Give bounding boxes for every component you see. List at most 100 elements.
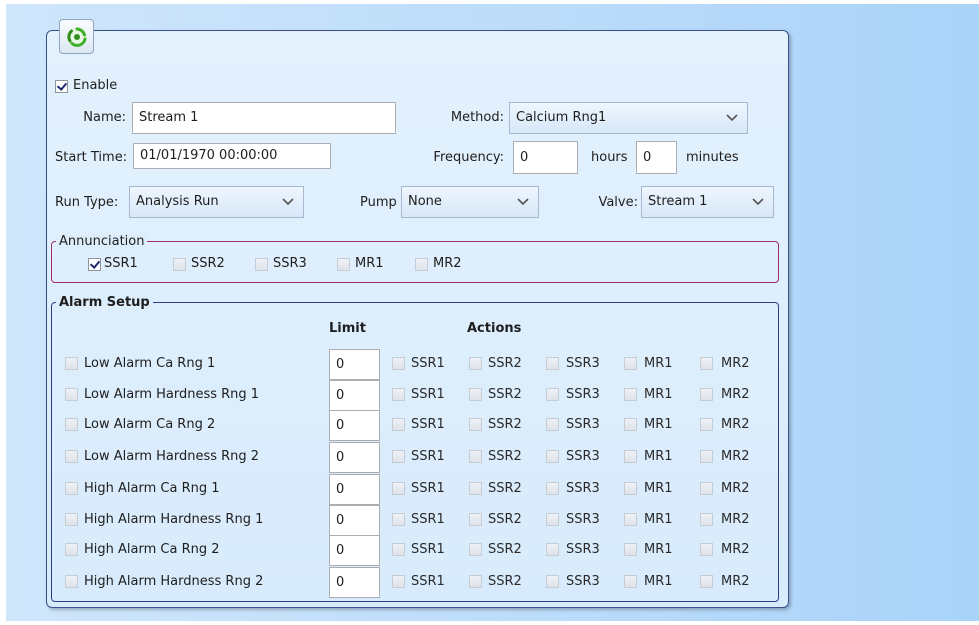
alarm-action-ssr2-label: SSR2	[488, 574, 522, 589]
alarm-row-label: High Alarm Hardness Rng 1	[84, 512, 264, 527]
alarm-enable-checkbox[interactable]	[65, 575, 78, 588]
alarm-action-ssr1-checkbox[interactable]	[392, 357, 405, 370]
alarm-action-mr1-checkbox[interactable]	[624, 388, 637, 401]
valve-dropdown[interactable]: Stream 1	[641, 186, 774, 218]
limit-header: Limit	[329, 321, 366, 336]
alarm-action-ssr1-checkbox[interactable]	[392, 450, 405, 463]
chevron-down-icon	[517, 198, 529, 206]
alarm-action-mr2-checkbox[interactable]	[700, 543, 713, 556]
method-dropdown[interactable]: Calcium Rng1	[509, 102, 748, 134]
alarm-action-ssr3-checkbox[interactable]	[546, 388, 559, 401]
alarm-action-ssr3-label: SSR3	[566, 356, 600, 371]
alarm-action-ssr3-label: SSR3	[566, 512, 600, 527]
alarm-enable-checkbox[interactable]	[65, 513, 78, 526]
alarm-action-ssr1-label: SSR1	[411, 356, 445, 371]
alarm-action-ssr1-checkbox[interactable]	[392, 418, 405, 431]
alarm-action-mr2-label: MR2	[721, 387, 750, 402]
alarm-action-mr2-checkbox[interactable]	[700, 418, 713, 431]
alarm-action-ssr3-checkbox[interactable]	[546, 513, 559, 526]
alarm-action-ssr1-label: SSR1	[411, 449, 445, 464]
pump-dropdown[interactable]: None	[401, 186, 539, 218]
alarm-action-ssr2-label: SSR2	[488, 417, 522, 432]
alarm-action-mr1-checkbox[interactable]	[624, 575, 637, 588]
annunciation-ssr3-label: SSR3	[273, 256, 307, 271]
alarm-action-ssr1-checkbox[interactable]	[392, 482, 405, 495]
alarm-action-ssr2-checkbox[interactable]	[469, 357, 482, 370]
alarm-limit-field[interactable]: 0	[329, 474, 380, 505]
alarm-action-ssr3-checkbox[interactable]	[546, 543, 559, 556]
annunciation-ssr3-checkbox[interactable]	[255, 258, 268, 271]
frequency-hours-field[interactable]: 0	[513, 141, 578, 174]
alarm-enable-checkbox[interactable]	[65, 450, 78, 463]
alarm-limit-field[interactable]: 0	[329, 505, 380, 536]
annunciation-mr2-checkbox[interactable]	[415, 258, 428, 271]
alarm-action-mr1-checkbox[interactable]	[624, 513, 637, 526]
alarm-action-mr1-label: MR1	[644, 542, 673, 557]
alarm-action-mr1-checkbox[interactable]	[624, 450, 637, 463]
alarm-action-mr2-checkbox[interactable]	[700, 513, 713, 526]
alarm-action-mr2-label: MR2	[721, 449, 750, 464]
alarm-limit-field[interactable]: 0	[329, 349, 380, 380]
chevron-down-icon	[726, 114, 738, 122]
alarm-limit-field[interactable]: 0	[329, 535, 380, 566]
alarm-limit-field[interactable]: 0	[329, 442, 380, 473]
app-logo[interactable]	[59, 19, 94, 54]
alarm-action-mr2-label: MR2	[721, 417, 750, 432]
alarm-action-ssr1-checkbox[interactable]	[392, 575, 405, 588]
alarm-action-mr2-checkbox[interactable]	[700, 450, 713, 463]
alarm-action-mr1-checkbox[interactable]	[624, 418, 637, 431]
annunciation-ssr1-checkbox[interactable]	[88, 258, 101, 271]
alarm-limit-field[interactable]: 0	[329, 567, 380, 598]
alarm-action-ssr3-checkbox[interactable]	[546, 418, 559, 431]
start-time-field[interactable]: 01/01/1970 00:00:00	[133, 143, 331, 169]
alarm-action-ssr3-checkbox[interactable]	[546, 357, 559, 370]
alarm-limit-field[interactable]: 0	[329, 380, 380, 411]
alarm-action-ssr3-checkbox[interactable]	[546, 450, 559, 463]
alarm-action-ssr1-checkbox[interactable]	[392, 388, 405, 401]
alarm-action-mr2-checkbox[interactable]	[700, 357, 713, 370]
alarm-action-ssr2-checkbox[interactable]	[469, 575, 482, 588]
annunciation-mr2-label: MR2	[433, 256, 462, 271]
run-type-dropdown[interactable]: Analysis Run	[129, 186, 304, 218]
alarm-action-ssr3-label: SSR3	[566, 449, 600, 464]
alarm-action-mr2-checkbox[interactable]	[700, 575, 713, 588]
annunciation-mr1-checkbox[interactable]	[337, 258, 350, 271]
name-field[interactable]: Stream 1	[132, 102, 396, 134]
alarm-action-ssr1-label: SSR1	[411, 574, 445, 589]
alarm-action-ssr2-label: SSR2	[488, 356, 522, 371]
alarm-action-mr1-checkbox[interactable]	[624, 482, 637, 495]
alarm-enable-checkbox[interactable]	[65, 482, 78, 495]
annunciation-ssr2-checkbox[interactable]	[173, 258, 186, 271]
alarm-action-ssr3-checkbox[interactable]	[546, 482, 559, 495]
enable-checkbox[interactable]	[55, 80, 68, 93]
alarm-action-ssr2-checkbox[interactable]	[469, 418, 482, 431]
alarm-action-ssr2-checkbox[interactable]	[469, 388, 482, 401]
alarm-action-ssr2-checkbox[interactable]	[469, 543, 482, 556]
alarm-action-ssr2-label: SSR2	[488, 449, 522, 464]
chevron-down-icon	[752, 198, 764, 206]
alarm-limit-field[interactable]: 0	[329, 410, 380, 441]
alarm-action-ssr2-checkbox[interactable]	[469, 450, 482, 463]
annunciation-mr1-label: MR1	[355, 256, 384, 271]
alarm-action-mr1-checkbox[interactable]	[624, 357, 637, 370]
alarm-action-ssr1-checkbox[interactable]	[392, 543, 405, 556]
alarm-row-label: High Alarm Hardness Rng 2	[84, 574, 264, 589]
alarm-enable-checkbox[interactable]	[65, 357, 78, 370]
frequency-minutes-field[interactable]: 0	[636, 141, 677, 174]
alarm-action-mr1-label: MR1	[644, 574, 673, 589]
alarm-action-ssr1-label: SSR1	[411, 542, 445, 557]
actions-header: Actions	[467, 321, 522, 336]
alarm-setup-title: Alarm Setup	[56, 295, 153, 311]
alarm-action-ssr3-checkbox[interactable]	[546, 575, 559, 588]
alarm-action-ssr2-checkbox[interactable]	[469, 482, 482, 495]
alarm-enable-checkbox[interactable]	[65, 418, 78, 431]
chevron-down-icon	[282, 198, 294, 206]
alarm-action-mr2-checkbox[interactable]	[700, 482, 713, 495]
alarm-action-mr2-label: MR2	[721, 512, 750, 527]
alarm-enable-checkbox[interactable]	[65, 543, 78, 556]
alarm-action-ssr2-checkbox[interactable]	[469, 513, 482, 526]
alarm-action-ssr1-checkbox[interactable]	[392, 513, 405, 526]
alarm-enable-checkbox[interactable]	[65, 388, 78, 401]
alarm-action-mr2-checkbox[interactable]	[700, 388, 713, 401]
alarm-action-mr1-checkbox[interactable]	[624, 543, 637, 556]
